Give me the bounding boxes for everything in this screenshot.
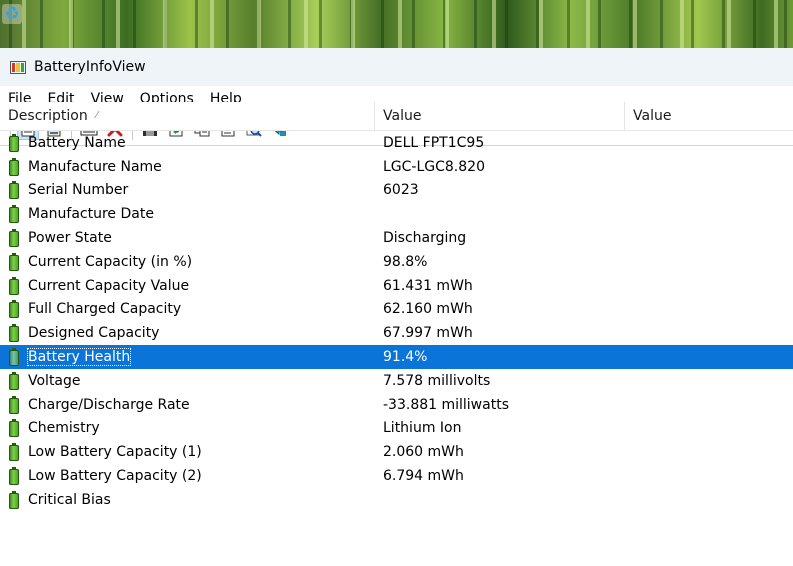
battery-icon bbox=[9, 133, 19, 152]
battery-icon bbox=[9, 205, 19, 224]
value-cell: Discharging bbox=[383, 230, 467, 247]
description-cell: Low Battery Capacity (1) bbox=[0, 443, 375, 462]
column-header-description[interactable]: Description ⁄ bbox=[0, 102, 375, 130]
column-header-value-2-label: Value bbox=[633, 108, 672, 124]
table-row[interactable]: Critical Bias bbox=[0, 488, 793, 512]
table-row[interactable]: Serial Number 6023 bbox=[0, 179, 793, 203]
table-row[interactable]: Low Battery Capacity (2) 6.794 mWh bbox=[0, 464, 793, 488]
value-cell: 91.4% bbox=[383, 349, 428, 366]
battery-icon bbox=[9, 395, 19, 414]
window-title: BatteryInfoView bbox=[34, 59, 146, 75]
list-rows: Battery Name DELL FPT1C95 Manufacture Name… bbox=[0, 131, 793, 512]
value-cell: 6.794 mWh bbox=[383, 468, 464, 485]
description-cell: Low Battery Capacity (2) bbox=[0, 467, 375, 486]
battery-icon bbox=[9, 490, 19, 509]
description-label: Current Capacity (in %) bbox=[28, 253, 193, 270]
table-row[interactable]: Power State Discharging bbox=[0, 226, 793, 250]
battery-icon bbox=[9, 419, 19, 438]
battery-icon bbox=[9, 229, 19, 248]
battery-icon bbox=[9, 276, 19, 295]
table-row[interactable]: Low Battery Capacity (1) 2.060 mWh bbox=[0, 440, 793, 464]
description-cell: Voltage bbox=[0, 371, 375, 390]
description-label: Low Battery Capacity (1) bbox=[28, 444, 202, 461]
value-cell: 67.997 mWh bbox=[383, 325, 473, 342]
description-cell: Battery Name bbox=[0, 133, 375, 152]
battery-icon bbox=[9, 300, 19, 319]
table-row[interactable]: Current Capacity Value 61.431 mWh bbox=[0, 274, 793, 298]
description-cell: Battery Health bbox=[0, 348, 375, 367]
description-cell: Critical Bias bbox=[0, 490, 375, 509]
battery-info-list[interactable]: Description ⁄ Value Value Battery Name DE… bbox=[0, 102, 793, 566]
description-cell: Charge/Discharge Rate bbox=[0, 395, 375, 414]
description-label: Low Battery Capacity (2) bbox=[28, 468, 202, 485]
description-cell: Manufacture Date bbox=[0, 205, 375, 224]
description-cell: Serial Number bbox=[0, 181, 375, 200]
app-icon bbox=[10, 60, 26, 74]
battery-icon bbox=[9, 181, 19, 200]
table-row[interactable]: Current Capacity (in %) 98.8% bbox=[0, 250, 793, 274]
description-label: Current Capacity Value bbox=[28, 277, 190, 294]
value-cell: 7.578 millivolts bbox=[383, 372, 491, 389]
description-label: Full Charged Capacity bbox=[28, 301, 182, 318]
sort-ascending-icon: ⁄ bbox=[96, 110, 98, 121]
description-cell: Current Capacity Value bbox=[0, 276, 375, 295]
table-row[interactable]: Battery Health 91.4% bbox=[0, 345, 793, 369]
battery-icon bbox=[9, 467, 19, 486]
description-cell: Designed Capacity bbox=[0, 324, 375, 343]
description-cell: Current Capacity (in %) bbox=[0, 252, 375, 271]
description-label: Critical Bias bbox=[28, 491, 111, 508]
title-bar[interactable]: BatteryInfoView bbox=[0, 48, 793, 86]
column-header-description-label: Description bbox=[8, 108, 88, 124]
battery-icon bbox=[9, 443, 19, 462]
description-label: Power State bbox=[28, 230, 112, 247]
battery-icon bbox=[9, 252, 19, 271]
description-label: Battery Name bbox=[28, 134, 126, 151]
table-row[interactable]: Battery Name DELL FPT1C95 bbox=[0, 131, 793, 155]
value-cell: 2.060 mWh bbox=[383, 444, 464, 461]
description-cell: Full Charged Capacity bbox=[0, 300, 375, 319]
battery-icon bbox=[9, 324, 19, 343]
table-row[interactable]: Charge/Discharge Rate -33.881 milliwatts bbox=[0, 393, 793, 417]
column-header-value[interactable]: Value bbox=[375, 102, 625, 130]
value-cell: DELL FPT1C95 bbox=[383, 134, 485, 151]
table-row[interactable]: Voltage 7.578 millivolts bbox=[0, 369, 793, 393]
description-cell: Chemistry bbox=[0, 419, 375, 438]
description-label: Charge/Discharge Rate bbox=[28, 396, 190, 413]
table-row[interactable]: Designed Capacity 67.997 mWh bbox=[0, 321, 793, 345]
description-label: Chemistry bbox=[28, 420, 100, 437]
description-label: Manufacture Name bbox=[28, 158, 162, 175]
battery-icon bbox=[9, 371, 19, 390]
column-header-value-2[interactable]: Value bbox=[625, 102, 793, 130]
column-header-value-label: Value bbox=[383, 108, 422, 124]
value-cell: 6023 bbox=[383, 182, 419, 199]
value-cell: -33.881 milliwatts bbox=[383, 396, 509, 413]
value-cell: LGC-LGC8.820 bbox=[383, 158, 485, 175]
description-label: Manufacture Date bbox=[28, 206, 154, 223]
table-row[interactable]: Manufacture Name LGC-LGC8.820 bbox=[0, 155, 793, 179]
recycle-bin-icon[interactable]: ♻ bbox=[2, 4, 22, 24]
list-header: Description ⁄ Value Value bbox=[0, 102, 793, 131]
value-cell: 98.8% bbox=[383, 253, 428, 270]
description-cell: Power State bbox=[0, 229, 375, 248]
description-cell: Manufacture Name bbox=[0, 157, 375, 176]
description-label: Voltage bbox=[28, 372, 81, 389]
value-cell: 61.431 mWh bbox=[383, 277, 473, 294]
battery-icon bbox=[9, 348, 19, 367]
table-row[interactable]: Full Charged Capacity 62.160 mWh bbox=[0, 298, 793, 322]
table-row[interactable]: Chemistry Lithium Ion bbox=[0, 417, 793, 441]
description-label: Serial Number bbox=[28, 182, 129, 199]
description-label: Designed Capacity bbox=[28, 325, 160, 342]
value-cell: 62.160 mWh bbox=[383, 301, 473, 318]
table-row[interactable]: Manufacture Date bbox=[0, 202, 793, 226]
desktop-wallpaper: ♻ bbox=[0, 0, 793, 48]
description-label: Battery Health bbox=[26, 348, 132, 367]
battery-icon bbox=[9, 157, 19, 176]
value-cell: Lithium Ion bbox=[383, 420, 462, 437]
